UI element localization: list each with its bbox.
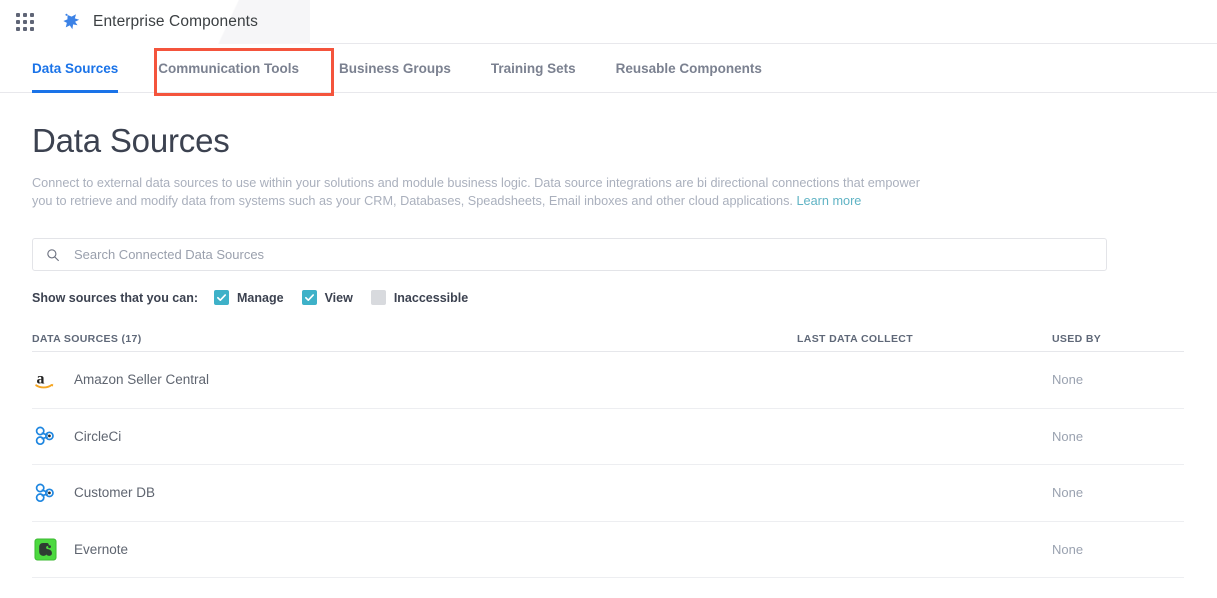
search-icon — [46, 248, 60, 262]
column-header-used-by[interactable]: USED BY — [1052, 333, 1184, 345]
search-input[interactable] — [72, 246, 1093, 263]
circleci-icon — [32, 423, 58, 449]
table-cell-used-by: None — [1052, 542, 1184, 557]
filter-inaccessible-label: Inaccessible — [394, 291, 468, 305]
table-cell-name-label: Evernote — [74, 542, 128, 557]
checkbox-manage[interactable] — [214, 290, 229, 305]
column-header-data-sources[interactable]: DATA SOURCES (17) — [32, 333, 797, 345]
grid-dot — [16, 20, 20, 24]
brand[interactable]: Enterprise Components — [61, 11, 258, 33]
amazon-icon: a — [32, 367, 58, 393]
table-cell-used-by: None — [1052, 485, 1184, 500]
svg-text:a: a — [37, 370, 45, 387]
table-cell-name-label: Amazon Seller Central — [74, 372, 209, 387]
tab-bar: Data Sources Communication Tools Busines… — [0, 44, 1217, 93]
grid-dot — [23, 20, 27, 24]
learn-more-link[interactable]: Learn more — [796, 194, 861, 208]
tab-label: Communication Tools — [158, 61, 299, 76]
grid-dot — [16, 13, 20, 17]
tab-communication-tools[interactable]: Communication Tools — [138, 44, 319, 92]
apps-grid-icon[interactable] — [14, 11, 36, 33]
grid-dot — [30, 27, 34, 31]
table-cell-name: Customer DB — [32, 480, 797, 506]
grid-dot — [23, 27, 27, 31]
filter-manage[interactable]: Manage — [214, 290, 284, 305]
tab-training-sets[interactable]: Training Sets — [471, 44, 596, 92]
circleci-icon — [32, 480, 58, 506]
table-row[interactable]: a Amazon Seller Central None — [32, 352, 1184, 409]
table-cell-name-label: Customer DB — [74, 485, 155, 500]
page-description-line-2: retrieve and modify data from systems su… — [70, 194, 793, 208]
filter-view-label: View — [325, 291, 353, 305]
app-header-bar: Enterprise Components — [0, 0, 1217, 44]
filter-inaccessible[interactable]: Inaccessible — [371, 290, 468, 305]
enterprise-logo-icon — [61, 11, 83, 33]
tab-label: Training Sets — [491, 61, 576, 76]
search-bar[interactable] — [32, 238, 1107, 271]
filter-view[interactable]: View — [302, 290, 353, 305]
table-cell-used-by: None — [1052, 372, 1184, 387]
grid-dot — [23, 13, 27, 17]
filter-row-label: Show sources that you can: — [32, 291, 198, 305]
tab-label: Data Sources — [32, 61, 118, 76]
page-description: Connect to external data sources to use … — [32, 175, 922, 210]
grid-dot — [30, 20, 34, 24]
table-cell-name: CircleCi — [32, 423, 797, 449]
table-cell-name: Evernote — [32, 536, 797, 562]
page-content: Data Sources Connect to external data so… — [0, 122, 1217, 578]
table-cell-name: a Amazon Seller Central — [32, 367, 797, 393]
filter-manage-label: Manage — [237, 291, 284, 305]
grid-dot — [30, 13, 34, 17]
tab-label: Reusable Components — [616, 61, 762, 76]
checkbox-view[interactable] — [302, 290, 317, 305]
tab-business-groups[interactable]: Business Groups — [319, 44, 471, 92]
table-cell-name-label: CircleCi — [74, 429, 121, 444]
column-header-last-data-collect[interactable]: LAST DATA COLLECT — [797, 333, 1052, 345]
table-row[interactable]: CircleCi None — [32, 409, 1184, 466]
table-row[interactable]: Customer DB None — [32, 465, 1184, 522]
grid-dot — [16, 27, 20, 31]
table-row[interactable]: Evernote None — [32, 522, 1184, 579]
table-header-row: DATA SOURCES (17) LAST DATA COLLECT USED… — [32, 326, 1184, 352]
filter-row: Show sources that you can: Manage View I… — [32, 290, 1185, 305]
tab-label: Business Groups — [339, 61, 451, 76]
app-title: Enterprise Components — [93, 13, 258, 31]
data-sources-table: DATA SOURCES (17) LAST DATA COLLECT USED… — [32, 326, 1184, 578]
page-title: Data Sources — [32, 122, 1185, 160]
checkbox-inaccessible[interactable] — [371, 290, 386, 305]
tab-data-sources[interactable]: Data Sources — [32, 44, 138, 92]
evernote-icon — [32, 536, 58, 562]
tab-reusable-components[interactable]: Reusable Components — [596, 44, 782, 92]
table-cell-used-by: None — [1052, 429, 1184, 444]
